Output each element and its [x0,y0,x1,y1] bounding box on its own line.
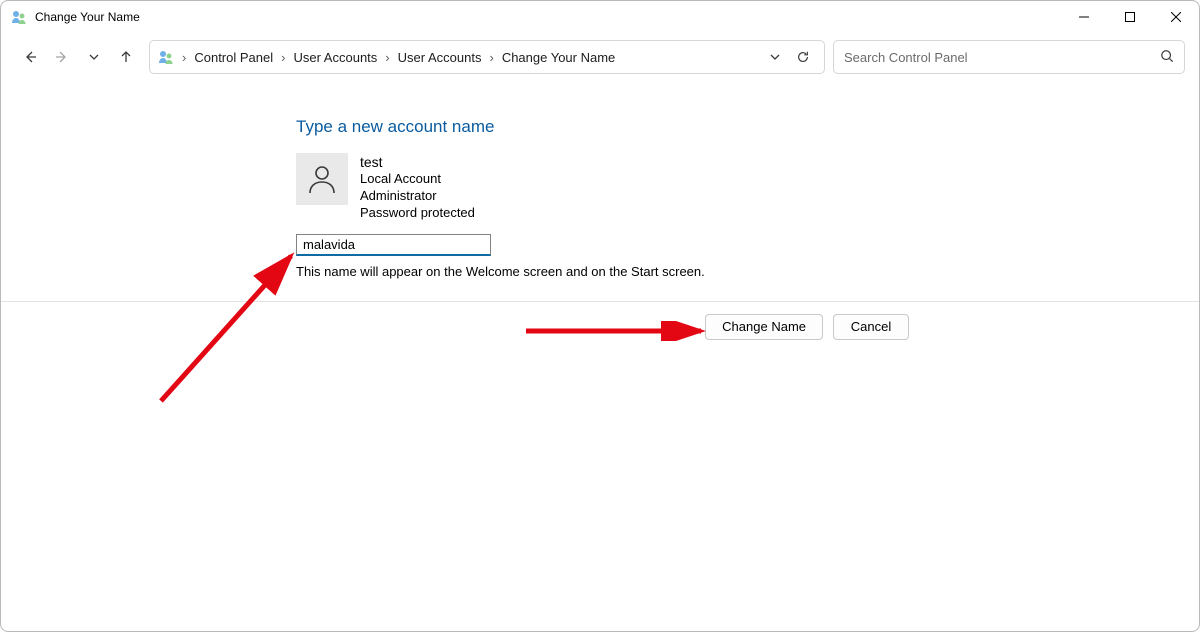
window-title: Change Your Name [35,10,140,24]
account-type: Local Account [360,171,475,188]
forward-button[interactable] [47,42,77,72]
search-icon[interactable] [1160,49,1174,66]
breadcrumb-user-accounts-1[interactable]: User Accounts [289,50,381,65]
refresh-button[interactable] [790,44,816,70]
account-role: Administrator [360,188,475,205]
new-account-name-input[interactable] [296,234,491,256]
helper-text: This name will appear on the Welcome scr… [296,264,1199,279]
recent-locations-button[interactable] [79,42,109,72]
content-area: Type a new account name test Local Accou… [1,81,1199,631]
breadcrumb-control-panel[interactable]: Control Panel [190,50,277,65]
close-button[interactable] [1153,1,1199,33]
page-heading: Type a new account name [296,117,1199,137]
user-accounts-icon [11,9,27,25]
window-controls [1061,1,1199,33]
up-button[interactable] [111,42,141,72]
chevron-right-icon[interactable]: › [487,50,495,65]
avatar [296,153,348,205]
account-name: test [360,153,475,171]
minimize-button[interactable] [1061,1,1107,33]
chevron-right-icon[interactable]: › [180,50,188,65]
change-name-button[interactable]: Change Name [705,314,823,340]
account-summary: test Local Account Administrator Passwor… [296,153,1199,222]
search-input[interactable] [844,50,1160,65]
address-dropdown-button[interactable] [762,44,788,70]
breadcrumb-change-your-name[interactable]: Change Your Name [498,50,619,65]
maximize-button[interactable] [1107,1,1153,33]
cancel-button[interactable]: Cancel [833,314,909,340]
search-box[interactable] [833,40,1185,74]
account-protection: Password protected [360,205,475,222]
title-bar: Change Your Name [1,1,1199,33]
address-bar[interactable]: › Control Panel › User Accounts › User A… [149,40,825,74]
window: Change Your Name [0,0,1200,632]
breadcrumb-user-accounts-2[interactable]: User Accounts [394,50,486,65]
user-accounts-icon [158,49,174,65]
navigation-bar: › Control Panel › User Accounts › User A… [1,33,1199,81]
chevron-right-icon[interactable]: › [279,50,287,65]
chevron-right-icon[interactable]: › [383,50,391,65]
button-bar: Change Name Cancel [1,302,1199,340]
back-button[interactable] [15,42,45,72]
